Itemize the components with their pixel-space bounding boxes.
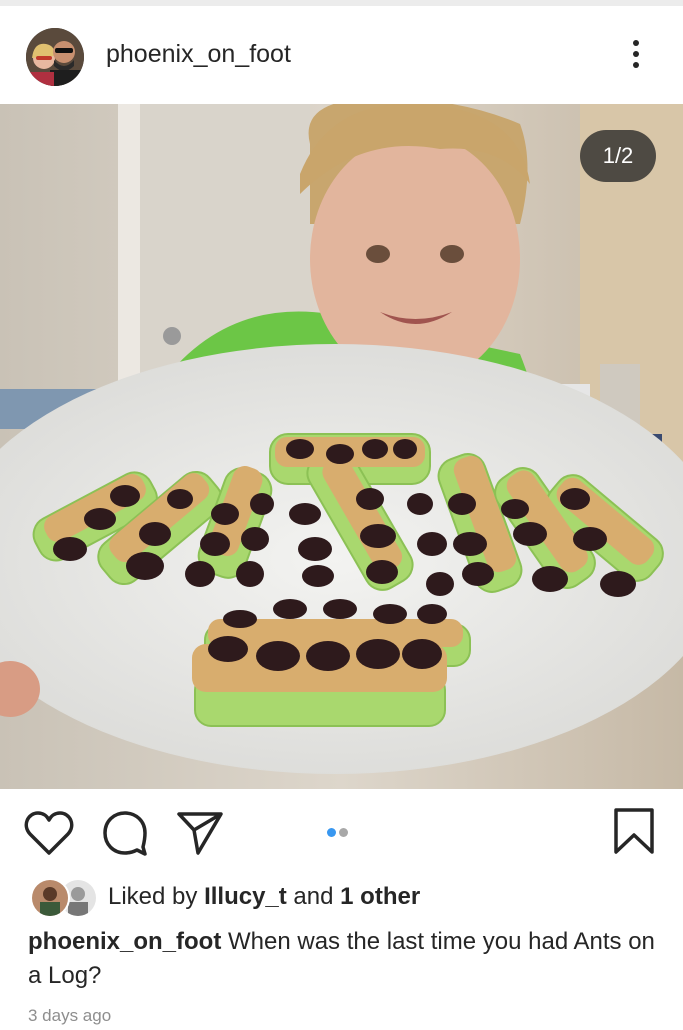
post-timestamp: 3 days ago (28, 1006, 112, 1025)
carousel-dot (339, 828, 348, 837)
comment-icon[interactable] (101, 809, 149, 862)
profile-avatar[interactable] (26, 28, 84, 86)
caption-username[interactable]: phoenix_on_foot (28, 928, 221, 955)
post-image[interactable] (0, 104, 683, 789)
carousel-dot-active (327, 828, 336, 837)
image-counter-badge: 1/2 (580, 130, 656, 182)
post-caption: phoenix_on_foot When was the last time y… (28, 925, 658, 993)
liker-username[interactable]: Illucy_t (204, 883, 287, 910)
send-icon[interactable] (176, 810, 224, 861)
likes-middle: and (286, 883, 341, 910)
bookmark-icon[interactable] (612, 807, 656, 860)
more-vertical-icon[interactable] (626, 36, 646, 80)
post-username[interactable]: phoenix_on_foot (106, 40, 291, 69)
post-actions (0, 789, 683, 869)
liker-avatar (30, 878, 70, 918)
likes-others-link[interactable]: 1 other (340, 883, 420, 910)
carousel-indicator (327, 824, 351, 842)
likes-prefix: Liked by (108, 883, 205, 910)
post-header: phoenix_on_foot (0, 6, 683, 104)
heart-icon[interactable] (24, 811, 74, 860)
likes-text: Liked by Illucy_t and 1 other (108, 883, 420, 911)
likes-row[interactable]: Liked by Illucy_t and 1 other (0, 870, 683, 922)
